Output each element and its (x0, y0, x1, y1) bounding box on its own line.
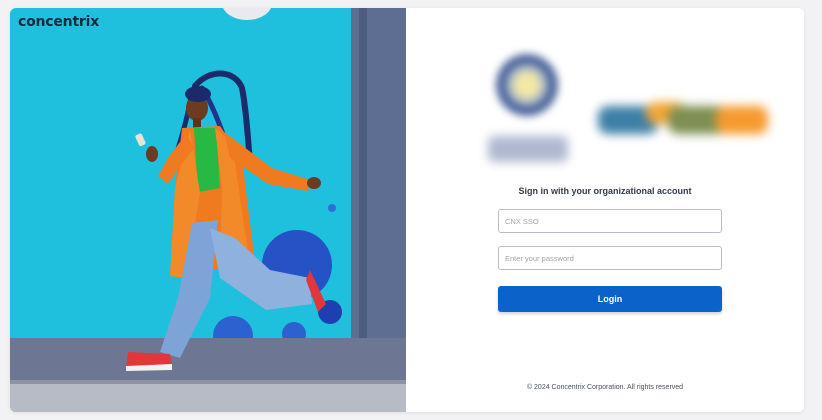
login-heading: Sign in with your organizational account (518, 186, 692, 196)
password-input[interactable] (498, 246, 722, 270)
username-input[interactable] (498, 209, 722, 233)
login-page: concentrix Sign in with your organizatio… (10, 8, 804, 412)
partner-logo-seal (495, 53, 559, 117)
walking-woman-illustration (126, 70, 326, 371)
partner-logo-seal-caption (488, 136, 568, 162)
brand-logo: concentrix (18, 14, 100, 30)
hero-image: concentrix (10, 8, 406, 412)
login-button[interactable]: Login (498, 286, 722, 312)
login-panel: Sign in with your organizational account… (406, 8, 804, 412)
copyright-footer: © 2024 Concentrix Corporation. All right… (526, 384, 684, 391)
partner-logo-wordmark (598, 102, 768, 138)
